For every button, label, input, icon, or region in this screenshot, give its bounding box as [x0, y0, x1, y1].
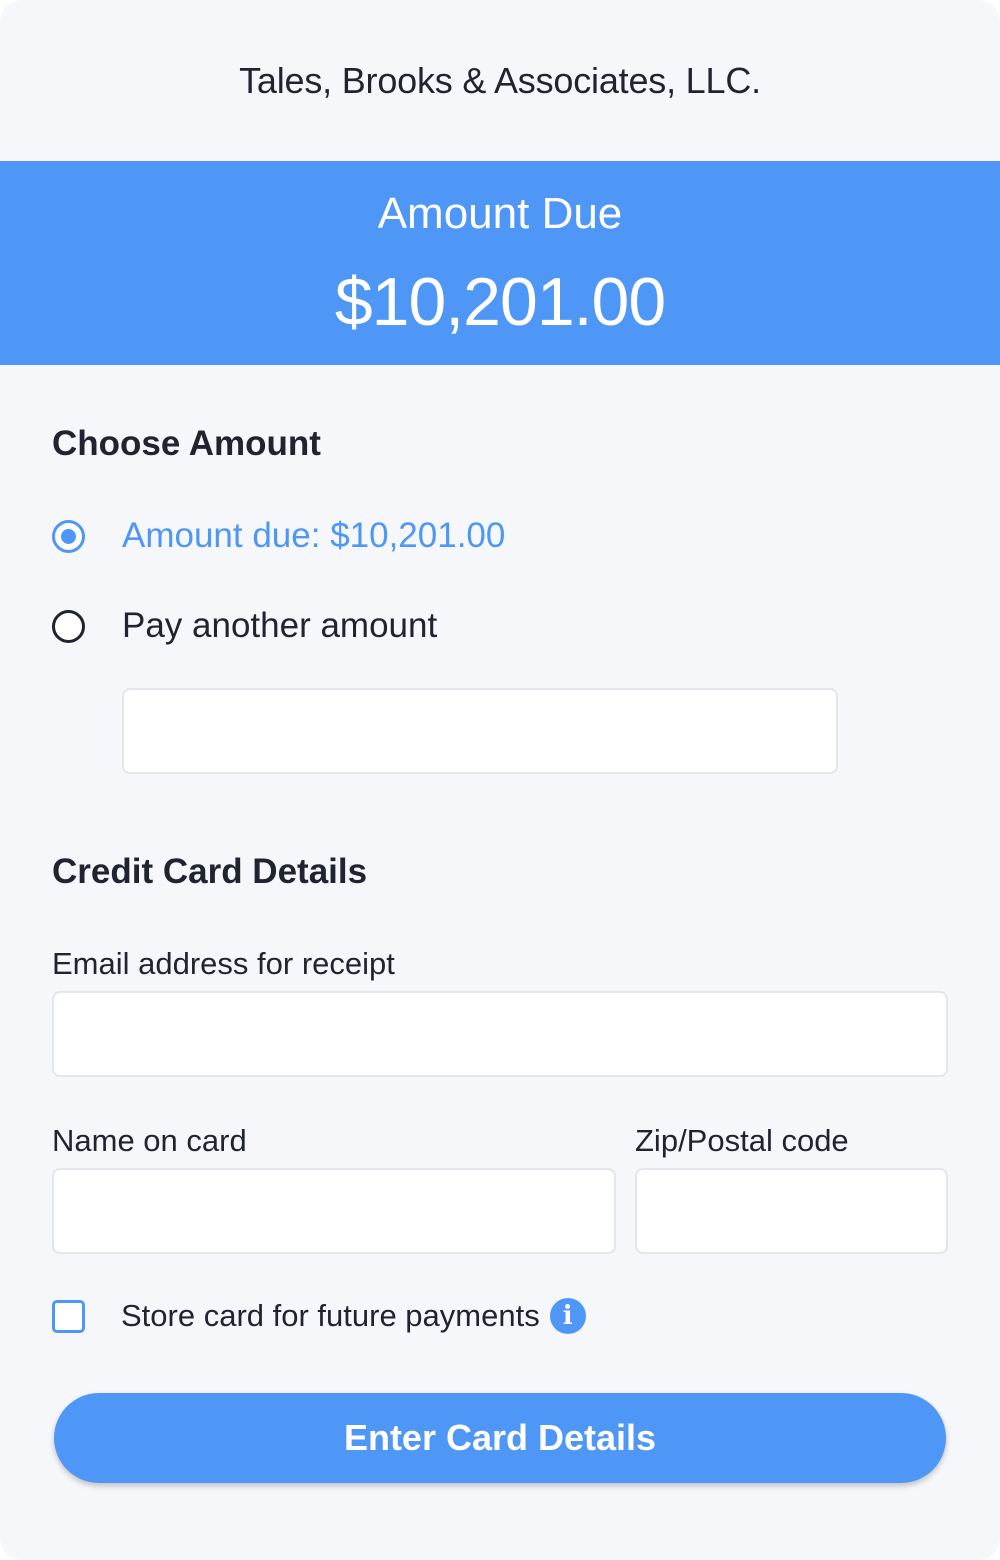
payment-page: Tales, Brooks & Associates, LLC. Amount … [0, 0, 1000, 1560]
other-amount-option-label[interactable]: Pay another amount [122, 606, 437, 646]
store-card-label[interactable]: Store card for future payments [121, 1298, 540, 1334]
zip-field[interactable] [635, 1168, 948, 1254]
amount-due-option[interactable]: Amount due: $10,201.00 [52, 511, 505, 561]
email-label: Email address for receipt [52, 946, 395, 981]
amount-due-label: Amount Due [377, 189, 623, 238]
zip-label: Zip/Postal code [635, 1123, 849, 1158]
store-card-option[interactable]: Store card for future payments i [52, 1294, 586, 1338]
amount-due-radio[interactable] [52, 519, 85, 553]
name-on-card-field[interactable] [52, 1168, 616, 1254]
other-amount-input[interactable] [122, 688, 838, 774]
credit-card-details-title: Credit Card Details [52, 852, 368, 891]
other-amount-radio[interactable] [52, 609, 85, 643]
amount-due-value: $10,201.00 [334, 264, 666, 340]
info-icon[interactable]: i [549, 1298, 586, 1334]
name-on-card-label: Name on card [52, 1123, 247, 1158]
other-amount-option[interactable]: Pay another amount [52, 601, 437, 651]
enter-card-details-button[interactable]: Enter Card Details [54, 1393, 946, 1483]
choose-amount-title: Choose Amount [52, 424, 321, 463]
amount-due-banner: Amount Due $10,201.00 [0, 161, 1000, 365]
store-card-checkbox[interactable] [52, 1299, 85, 1333]
firm-name: Tales, Brooks & Associates, LLC. [239, 60, 761, 101]
amount-due-option-label[interactable]: Amount due: $10,201.00 [122, 516, 505, 556]
email-field[interactable] [52, 991, 948, 1077]
